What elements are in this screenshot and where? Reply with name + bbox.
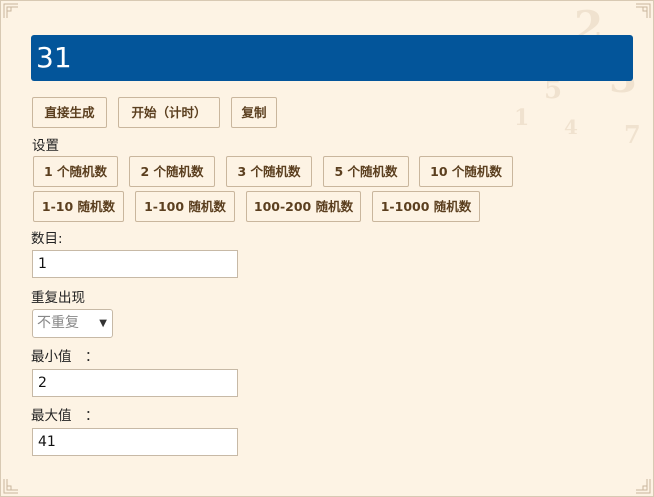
max-label: 最大值 ： bbox=[31, 408, 99, 424]
repeat-select-value: 不重复 bbox=[37, 315, 79, 331]
corner-ornament-icon bbox=[635, 478, 651, 494]
preset-range-100-200-button[interactable]: 100-200 随机数 bbox=[246, 191, 361, 222]
count-label: 数目: bbox=[31, 231, 63, 247]
preset-range-1-100-button[interactable]: 1-100 随机数 bbox=[135, 191, 235, 222]
preset-5-numbers-button[interactable]: 5 个随机数 bbox=[323, 156, 409, 187]
preset-2-numbers-button[interactable]: 2 个随机数 bbox=[129, 156, 215, 187]
count-input[interactable]: 1 bbox=[32, 250, 238, 278]
copy-button[interactable]: 复制 bbox=[231, 97, 277, 128]
preset-1-number-button[interactable]: 1 个随机数 bbox=[33, 156, 118, 187]
corner-ornament-icon bbox=[635, 3, 651, 19]
corner-ornament-icon bbox=[3, 478, 19, 494]
settings-title: 设置 bbox=[32, 138, 59, 154]
repeat-label: 重复出现 bbox=[31, 290, 85, 306]
start-timer-button[interactable]: 开始（计时） bbox=[118, 97, 220, 128]
preset-3-numbers-button[interactable]: 3 个随机数 bbox=[226, 156, 312, 187]
corner-ornament-icon bbox=[3, 3, 19, 19]
min-input[interactable]: 2 bbox=[32, 369, 238, 397]
preset-range-1-1000-button[interactable]: 1-1000 随机数 bbox=[372, 191, 480, 222]
preset-range-1-10-button[interactable]: 1-10 随机数 bbox=[33, 191, 124, 222]
min-label: 最小值 ： bbox=[31, 349, 99, 365]
result-display: 31 bbox=[31, 35, 633, 81]
max-input[interactable]: 41 bbox=[32, 428, 238, 456]
repeat-select[interactable]: 不重复 ▼ bbox=[32, 309, 113, 338]
generate-button[interactable]: 直接生成 bbox=[32, 97, 107, 128]
preset-10-numbers-button[interactable]: 10 个随机数 bbox=[419, 156, 513, 187]
chevron-down-icon: ▼ bbox=[99, 318, 107, 329]
